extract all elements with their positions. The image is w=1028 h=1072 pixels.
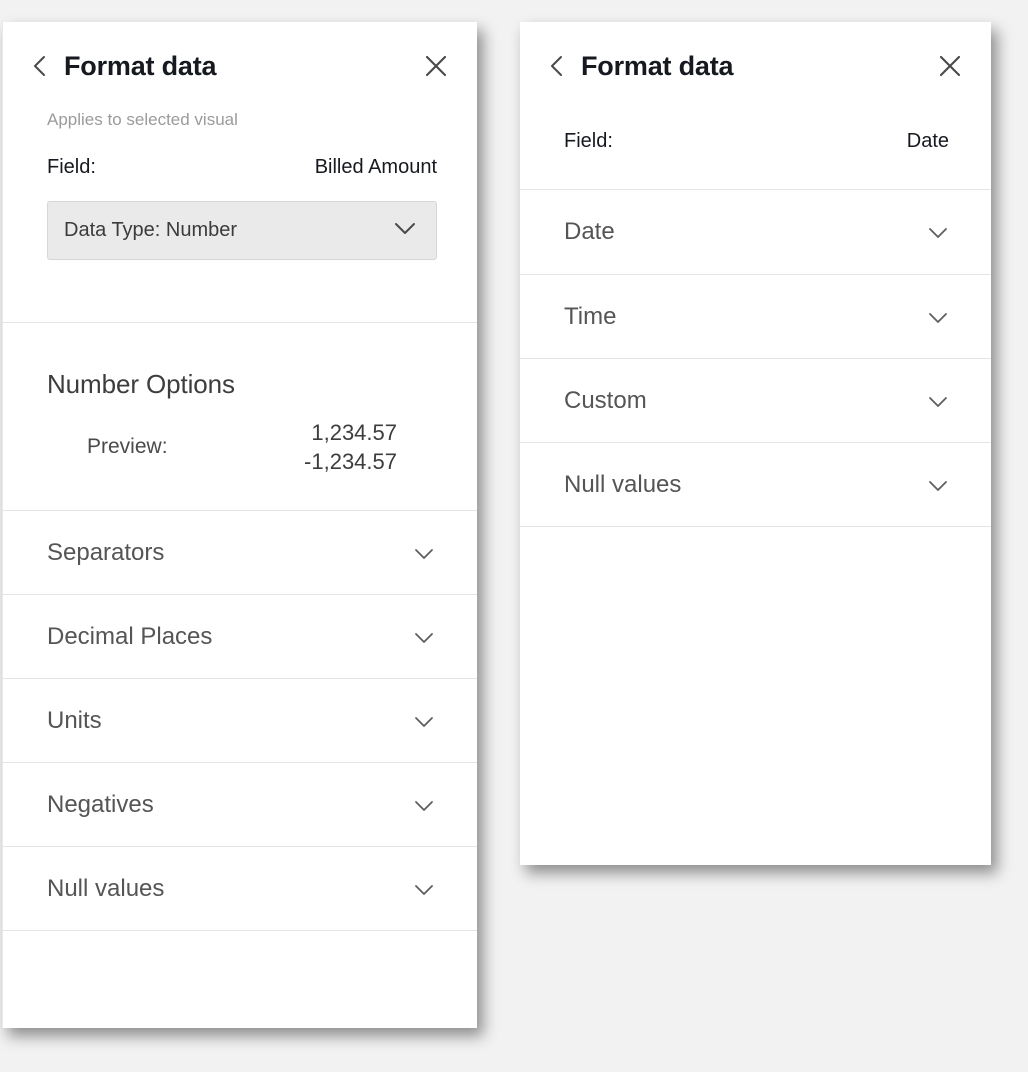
accordion-row-time[interactable]: Time: [520, 274, 991, 358]
chevron-down-icon: [411, 797, 437, 813]
chevron-left-icon[interactable]: [29, 51, 51, 81]
chevron-down-icon: [925, 224, 951, 240]
field-label: Field:: [564, 130, 613, 152]
date-list-end-divider: [520, 526, 991, 527]
format-data-date-panel: Format data Field: Date Date Time Custom…: [520, 22, 991, 865]
chevron-down-icon: [411, 881, 437, 897]
chevron-down-icon: [411, 713, 437, 729]
chevron-down-icon: [925, 393, 951, 409]
panel-title: Format data: [64, 50, 217, 81]
panel-title: Format data: [581, 50, 734, 81]
applies-to-text: Applies to selected visual: [47, 110, 238, 129]
preview-values: 1,234.57 -1,234.57: [304, 418, 397, 476]
data-type-select-label: Data Type: Number: [64, 219, 238, 241]
accordion-row-decimal-places[interactable]: Decimal Places: [3, 594, 477, 679]
field-value: Date: [906, 130, 949, 152]
format-data-number-panel: Format data Applies to selected visual F…: [2, 22, 477, 1028]
accordion-row-separators[interactable]: Separators: [3, 510, 477, 595]
accordion-label: Null values: [47, 874, 165, 902]
accordion-label: Date: [564, 218, 615, 245]
accordion-row-date[interactable]: Date: [520, 190, 991, 274]
close-icon[interactable]: [423, 53, 449, 79]
chevron-down-icon: [392, 220, 418, 241]
preview-positive-value: 1,234.57: [311, 420, 397, 445]
accordion-label: Time: [564, 302, 617, 330]
field-row: Field: Date: [520, 88, 991, 153]
date-panel-header: Format data: [520, 22, 991, 88]
accordion-row-negatives[interactable]: Negatives: [3, 762, 477, 847]
preview-label: Preview:: [87, 435, 168, 459]
accordion-label: Separators: [47, 538, 165, 566]
preview-spacer: [3, 476, 477, 510]
chevron-down-icon: [925, 309, 951, 325]
data-type-select[interactable]: Data Type: Number: [47, 201, 437, 260]
accordion-label: Null values: [564, 470, 682, 498]
chevron-down-icon: [411, 629, 437, 645]
accordion-label: Custom: [564, 386, 647, 414]
accordion-label: Decimal Places: [47, 622, 213, 650]
field-row: Field: Billed Amount: [3, 130, 477, 179]
number-list-end-divider: [3, 930, 477, 932]
chevron-down-icon: [925, 477, 951, 493]
number-options-title: Number Options: [47, 369, 235, 399]
screen-root: Format data Applies to selected visual F…: [0, 0, 1028, 1072]
close-icon[interactable]: [937, 53, 963, 79]
field-value: Billed Amount: [314, 156, 437, 178]
accordion-label: Units: [47, 706, 102, 734]
chevron-down-icon: [411, 545, 437, 561]
accordion-row-null-values[interactable]: Null values: [3, 846, 477, 931]
accordion-row-units[interactable]: Units: [3, 678, 477, 763]
preview-negative-value: -1,234.57: [304, 449, 397, 475]
field-label: Field:: [47, 156, 96, 178]
chevron-left-icon[interactable]: [546, 51, 568, 81]
number-panel-header: Format data: [3, 22, 477, 88]
preview-row: Preview: 1,234.57 -1,234.57: [3, 400, 477, 476]
accordion-row-null-values[interactable]: Null values: [520, 442, 991, 526]
accordion-label: Negatives: [47, 790, 154, 818]
accordion-row-custom[interactable]: Custom: [520, 358, 991, 442]
